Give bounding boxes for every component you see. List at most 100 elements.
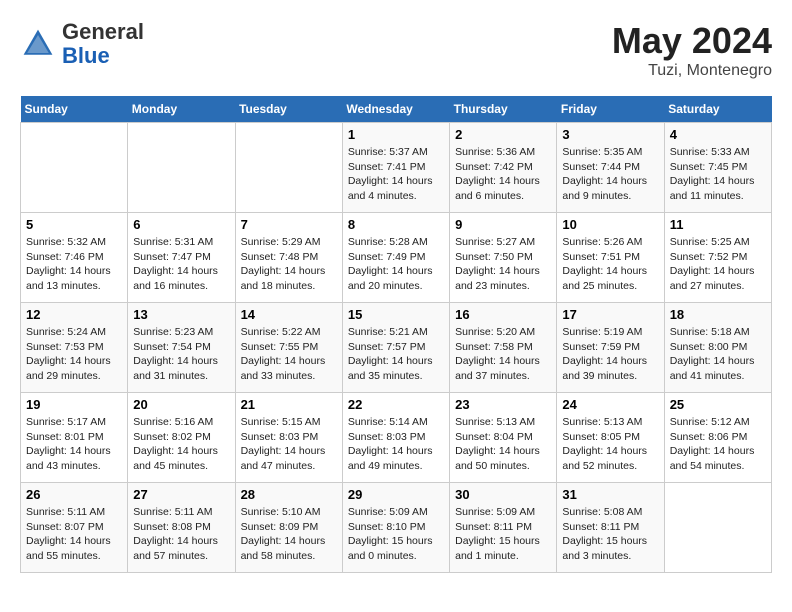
calendar-week-1: 5 Sunrise: 5:32 AMSunset: 7:46 PMDayligh… [21,213,772,303]
header-tuesday: Tuesday [235,96,342,123]
day-info: Sunrise: 5:17 AMSunset: 8:01 PMDaylight:… [26,415,122,474]
day-info: Sunrise: 5:31 AMSunset: 7:47 PMDaylight:… [133,235,229,294]
day-number: 6 [133,217,229,232]
day-info: Sunrise: 5:16 AMSunset: 8:02 PMDaylight:… [133,415,229,474]
day-info: Sunrise: 5:35 AMSunset: 7:44 PMDaylight:… [562,145,658,204]
day-number: 13 [133,307,229,322]
day-info: Sunrise: 5:27 AMSunset: 7:50 PMDaylight:… [455,235,551,294]
day-info: Sunrise: 5:11 AMSunset: 8:08 PMDaylight:… [133,505,229,564]
day-info: Sunrise: 5:19 AMSunset: 7:59 PMDaylight:… [562,325,658,384]
calendar-cell: 23 Sunrise: 5:13 AMSunset: 8:04 PMDaylig… [450,393,557,483]
day-info: Sunrise: 5:32 AMSunset: 7:46 PMDaylight:… [26,235,122,294]
header-thursday: Thursday [450,96,557,123]
day-number: 19 [26,397,122,412]
header-wednesday: Wednesday [342,96,449,123]
logo: General Blue [20,20,144,68]
day-number: 20 [133,397,229,412]
calendar-cell [235,123,342,213]
calendar-cell: 20 Sunrise: 5:16 AMSunset: 8:02 PMDaylig… [128,393,235,483]
calendar-cell [664,483,771,573]
day-number: 23 [455,397,551,412]
calendar-cell: 4 Sunrise: 5:33 AMSunset: 7:45 PMDayligh… [664,123,771,213]
calendar-table: Sunday Monday Tuesday Wednesday Thursday… [20,96,772,573]
day-info: Sunrise: 5:20 AMSunset: 7:58 PMDaylight:… [455,325,551,384]
day-info: Sunrise: 5:13 AMSunset: 8:04 PMDaylight:… [455,415,551,474]
title-area: May 2024 Tuzi, Montenegro [612,20,772,80]
calendar-cell: 17 Sunrise: 5:19 AMSunset: 7:59 PMDaylig… [557,303,664,393]
day-number: 31 [562,487,658,502]
day-number: 26 [26,487,122,502]
logo-text: General Blue [62,20,144,68]
calendar-cell [128,123,235,213]
calendar-week-4: 26 Sunrise: 5:11 AMSunset: 8:07 PMDaylig… [21,483,772,573]
calendar-cell [21,123,128,213]
day-number: 21 [241,397,337,412]
day-info: Sunrise: 5:28 AMSunset: 7:49 PMDaylight:… [348,235,444,294]
calendar-cell: 7 Sunrise: 5:29 AMSunset: 7:48 PMDayligh… [235,213,342,303]
logo-blue: Blue [62,43,110,68]
day-info: Sunrise: 5:08 AMSunset: 8:11 PMDaylight:… [562,505,658,564]
calendar-cell: 27 Sunrise: 5:11 AMSunset: 8:08 PMDaylig… [128,483,235,573]
day-number: 25 [670,397,766,412]
calendar-cell: 30 Sunrise: 5:09 AMSunset: 8:11 PMDaylig… [450,483,557,573]
day-number: 8 [348,217,444,232]
day-number: 24 [562,397,658,412]
day-info: Sunrise: 5:11 AMSunset: 8:07 PMDaylight:… [26,505,122,564]
calendar-cell: 12 Sunrise: 5:24 AMSunset: 7:53 PMDaylig… [21,303,128,393]
day-info: Sunrise: 5:23 AMSunset: 7:54 PMDaylight:… [133,325,229,384]
calendar-cell: 9 Sunrise: 5:27 AMSunset: 7:50 PMDayligh… [450,213,557,303]
calendar-header: Sunday Monday Tuesday Wednesday Thursday… [21,96,772,123]
day-info: Sunrise: 5:15 AMSunset: 8:03 PMDaylight:… [241,415,337,474]
day-info: Sunrise: 5:22 AMSunset: 7:55 PMDaylight:… [241,325,337,384]
day-info: Sunrise: 5:09 AMSunset: 8:11 PMDaylight:… [455,505,551,564]
header-sunday: Sunday [21,96,128,123]
calendar-cell: 19 Sunrise: 5:17 AMSunset: 8:01 PMDaylig… [21,393,128,483]
calendar-cell: 25 Sunrise: 5:12 AMSunset: 8:06 PMDaylig… [664,393,771,483]
day-number: 12 [26,307,122,322]
calendar-cell: 22 Sunrise: 5:14 AMSunset: 8:03 PMDaylig… [342,393,449,483]
calendar-cell: 28 Sunrise: 5:10 AMSunset: 8:09 PMDaylig… [235,483,342,573]
day-number: 28 [241,487,337,502]
day-number: 1 [348,127,444,142]
day-number: 4 [670,127,766,142]
day-number: 3 [562,127,658,142]
calendar-cell: 15 Sunrise: 5:21 AMSunset: 7:57 PMDaylig… [342,303,449,393]
calendar-cell: 8 Sunrise: 5:28 AMSunset: 7:49 PMDayligh… [342,213,449,303]
location-title: Tuzi, Montenegro [612,62,772,80]
header-row: Sunday Monday Tuesday Wednesday Thursday… [21,96,772,123]
day-number: 30 [455,487,551,502]
day-info: Sunrise: 5:21 AMSunset: 7:57 PMDaylight:… [348,325,444,384]
page-container: General Blue May 2024 Tuzi, Montenegro S… [20,20,772,573]
day-info: Sunrise: 5:36 AMSunset: 7:42 PMDaylight:… [455,145,551,204]
day-number: 16 [455,307,551,322]
calendar-week-2: 12 Sunrise: 5:24 AMSunset: 7:53 PMDaylig… [21,303,772,393]
day-number: 29 [348,487,444,502]
calendar-cell: 14 Sunrise: 5:22 AMSunset: 7:55 PMDaylig… [235,303,342,393]
day-info: Sunrise: 5:37 AMSunset: 7:41 PMDaylight:… [348,145,444,204]
calendar-cell: 13 Sunrise: 5:23 AMSunset: 7:54 PMDaylig… [128,303,235,393]
day-info: Sunrise: 5:10 AMSunset: 8:09 PMDaylight:… [241,505,337,564]
day-info: Sunrise: 5:13 AMSunset: 8:05 PMDaylight:… [562,415,658,474]
header-friday: Friday [557,96,664,123]
month-title: May 2024 [612,20,772,62]
day-number: 9 [455,217,551,232]
day-info: Sunrise: 5:14 AMSunset: 8:03 PMDaylight:… [348,415,444,474]
day-number: 10 [562,217,658,232]
day-number: 14 [241,307,337,322]
calendar-cell: 29 Sunrise: 5:09 AMSunset: 8:10 PMDaylig… [342,483,449,573]
day-info: Sunrise: 5:26 AMSunset: 7:51 PMDaylight:… [562,235,658,294]
day-info: Sunrise: 5:09 AMSunset: 8:10 PMDaylight:… [348,505,444,564]
day-number: 15 [348,307,444,322]
day-number: 18 [670,307,766,322]
calendar-cell: 11 Sunrise: 5:25 AMSunset: 7:52 PMDaylig… [664,213,771,303]
calendar-body: 1 Sunrise: 5:37 AMSunset: 7:41 PMDayligh… [21,123,772,573]
day-info: Sunrise: 5:24 AMSunset: 7:53 PMDaylight:… [26,325,122,384]
calendar-cell: 31 Sunrise: 5:08 AMSunset: 8:11 PMDaylig… [557,483,664,573]
day-number: 17 [562,307,658,322]
header-monday: Monday [128,96,235,123]
day-info: Sunrise: 5:33 AMSunset: 7:45 PMDaylight:… [670,145,766,204]
day-number: 11 [670,217,766,232]
calendar-cell: 26 Sunrise: 5:11 AMSunset: 8:07 PMDaylig… [21,483,128,573]
header-saturday: Saturday [664,96,771,123]
day-number: 7 [241,217,337,232]
